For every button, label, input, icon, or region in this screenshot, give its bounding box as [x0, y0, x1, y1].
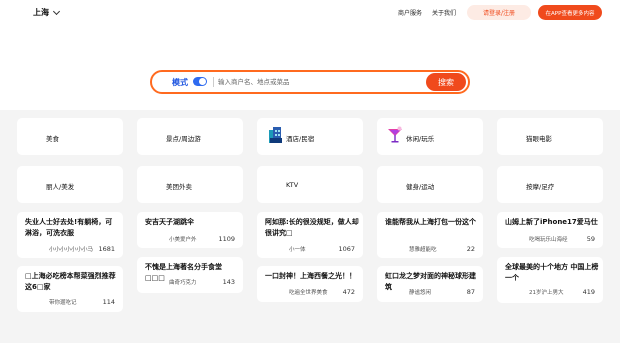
- post-card[interactable]: 谁能帮我从上海打包一份这个 慧雅超能吃 22: [377, 212, 483, 258]
- mode-toggle[interactable]: [193, 77, 207, 86]
- category-fitness[interactable]: 健身/运动: [377, 166, 483, 203]
- post-like-count: 22: [466, 245, 475, 253]
- post-like-count: 1681: [98, 245, 115, 253]
- post-like-count: 114: [102, 298, 115, 306]
- search-button[interactable]: 搜索: [426, 73, 466, 91]
- post-title: 安吉天子湖跳伞: [145, 218, 194, 226]
- post-card[interactable]: 山姆上新了iPhone17爱马仕 吃喝玩乐山海经 59: [497, 212, 603, 248]
- category-label: 酒店/民宿: [286, 135, 315, 143]
- post-author: 吃喝玩乐山海经: [529, 237, 568, 243]
- category-label: KTV: [286, 181, 299, 189]
- category-meituan-delivery[interactable]: 美团外卖: [137, 166, 243, 203]
- category-massage[interactable]: 按摩/足疗: [497, 166, 603, 203]
- search-bar: 模式 搜索: [150, 70, 470, 94]
- category-label: 景点/周边游: [166, 135, 201, 143]
- post-title: 阿如那:长的很没规矩，做人却很讲究□: [265, 218, 359, 237]
- category-label: 健身/运动: [406, 183, 435, 191]
- login-register-button[interactable]: 请登录/注册: [467, 5, 531, 20]
- post-like-count: 1067: [338, 245, 355, 253]
- post-card[interactable]: 失业人士好去处!有躺椅，可淋浴，可洗衣服 小小小小小小小马 1681: [17, 212, 123, 258]
- post-author: 21岁沪上男大: [529, 290, 564, 296]
- post-like-count: 1109: [218, 235, 235, 243]
- category-food[interactable]: 美食: [17, 118, 123, 155]
- post-like-count: 472: [342, 288, 355, 296]
- post-author: 小一体: [289, 247, 306, 253]
- post-card[interactable]: 安吉天子湖跳伞 小美爱户外 1109: [137, 212, 243, 248]
- category-ktv[interactable]: KTV: [257, 166, 363, 203]
- post-title: 山姆上新了iPhone17爱马仕: [505, 218, 598, 226]
- post-card[interactable]: 全球最美的十个地方 中国上榜一个 21岁沪上男大 419: [497, 257, 603, 303]
- post-title: □上海必吃榜本帮菜强烈推荐这6□家: [25, 272, 116, 291]
- post-title: 谁能帮我从上海打包一份这个: [385, 218, 476, 226]
- hotel-building-icon: [269, 127, 282, 143]
- post-title: 全球最美的十个地方 中国上榜一个: [505, 263, 599, 282]
- category-beauty[interactable]: 丽人/美发: [17, 166, 123, 203]
- post-card[interactable]: 阿如那:长的很没规矩，做人却很讲究□ 小一体 1067: [257, 212, 363, 258]
- search-input[interactable]: [218, 74, 423, 90]
- post-like-count: 87: [466, 288, 475, 296]
- post-title: 一口封神！上海西餐之光！！: [265, 272, 356, 280]
- post-card[interactable]: □上海必吃榜本帮菜强烈推荐这6□家 带你遛吃记 114: [17, 266, 123, 312]
- post-card[interactable]: 一口封神！上海西餐之光！！ 吃遍全世界美食 472: [257, 266, 363, 302]
- post-author: 吃遍全世界美食: [289, 290, 328, 296]
- category-hotel[interactable]: 酒店/民宿: [257, 118, 363, 155]
- post-author: 带你遛吃记: [49, 300, 77, 306]
- post-author: 静谧悠闲: [409, 290, 432, 296]
- category-leisure[interactable]: 休闲/玩乐: [377, 118, 483, 155]
- post-author: 曲奇巧克力: [169, 280, 197, 286]
- post-author: 小小小小小小小马: [49, 247, 94, 253]
- post-like-count: 59: [586, 235, 595, 243]
- category-label: 休闲/玩乐: [406, 135, 435, 143]
- post-like-count: 419: [582, 288, 595, 296]
- category-label: 美食: [46, 135, 59, 143]
- top-nav: 上海 商户服务 关于我们 请登录/注册 在APP查看更多内容: [0, 0, 620, 26]
- nav-merchant-service[interactable]: 商户服务: [398, 8, 422, 17]
- category-attractions[interactable]: 景点/周边游: [137, 118, 243, 155]
- post-card[interactable]: 不愧是上海著名分手食堂□□□ 曲奇巧克力 143: [137, 257, 243, 293]
- post-title: 失业人士好去处!有躺椅，可淋浴，可洗衣服: [25, 218, 113, 237]
- mode-label: 模式: [172, 78, 188, 87]
- post-card[interactable]: 虹口龙之梦对面的神秘球形建筑 静谧悠闲 87: [377, 266, 483, 302]
- post-author: 慧雅超能吃: [409, 247, 437, 253]
- category-label: 丽人/美发: [46, 183, 75, 191]
- city-label: 上海: [33, 8, 49, 17]
- cocktail-icon: [388, 126, 402, 143]
- post-author: 小美爱户外: [169, 237, 197, 243]
- post-like-count: 143: [222, 278, 235, 286]
- nav-about-us[interactable]: 关于我们: [432, 8, 456, 17]
- city-selector[interactable]: 上海: [33, 7, 61, 18]
- post-title: 虹口龙之梦对面的神秘球形建筑: [385, 272, 476, 291]
- category-maoyan-movies[interactable]: 猫眼电影: [497, 118, 603, 155]
- search-divider: [213, 77, 214, 87]
- open-app-button[interactable]: 在APP查看更多内容: [538, 5, 602, 20]
- category-label: 猫眼电影: [526, 135, 552, 143]
- chevron-down-icon: [52, 7, 61, 15]
- category-label: 按摩/足疗: [526, 183, 555, 191]
- category-label: 美团外卖: [166, 183, 192, 191]
